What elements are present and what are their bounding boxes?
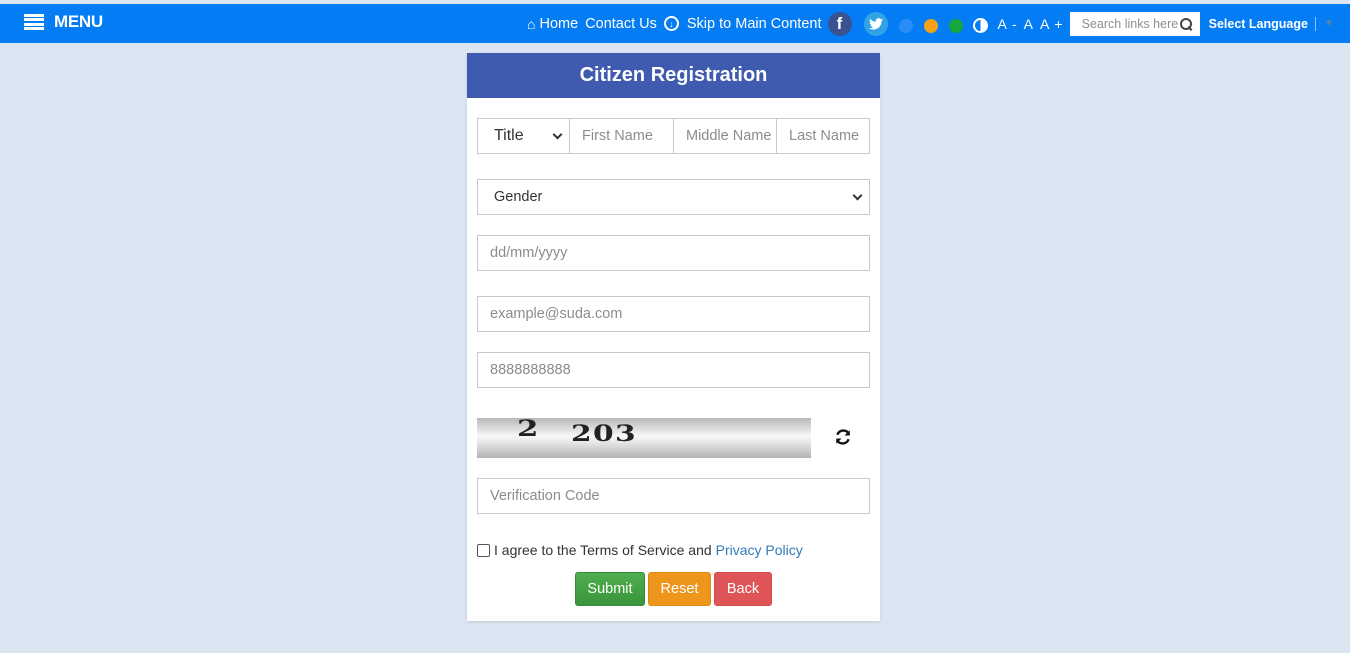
nav-right: ⌂ Home Contact Us ↓ Skip to Main Content…: [527, 4, 1334, 43]
dob-field: [477, 235, 870, 271]
menu-button[interactable]: MENU: [24, 12, 103, 32]
privacy-policy-link[interactable]: Privacy Policy: [716, 542, 803, 558]
middle-name-field: [674, 118, 777, 154]
terms-checkbox[interactable]: [477, 543, 490, 557]
top-navbar: MENU ⌂ Home Contact Us ↓ Skip to Main Co…: [0, 4, 1350, 43]
refresh-icon[interactable]: [834, 428, 852, 446]
form-buttons: Submit Reset Back: [575, 572, 775, 606]
theme-orange-button[interactable]: [923, 18, 938, 33]
language-label: Select Language: [1208, 16, 1308, 31]
first-name-input[interactable]: [582, 128, 673, 144]
terms-text: I agree to the Terms of Service and: [494, 542, 712, 558]
theme-green-button[interactable]: [948, 18, 963, 33]
registration-card: Citizen Registration Title Gender 2 203: [467, 53, 880, 621]
contact-us-link[interactable]: Contact Us: [585, 16, 657, 32]
search-box: [1069, 11, 1200, 36]
font-decrease-button[interactable]: A -: [998, 16, 1018, 32]
download-circle-icon: ↓: [663, 16, 679, 31]
menu-label: MENU: [54, 12, 103, 31]
search-input[interactable]: [1081, 16, 1180, 31]
skip-link-label: Skip to Main Content: [686, 15, 822, 32]
caret-down-icon: ▼: [1323, 18, 1334, 29]
theme-blue-button[interactable]: [898, 18, 913, 33]
phone-input[interactable]: [490, 362, 869, 378]
dob-input[interactable]: [490, 245, 869, 261]
name-row: Title: [477, 118, 870, 154]
email-input[interactable]: [490, 306, 869, 322]
captcha-text-1: 2: [517, 418, 539, 442]
middle-name-input[interactable]: [686, 128, 776, 144]
twitter-icon[interactable]: [863, 11, 888, 36]
form-title: Citizen Registration: [467, 53, 880, 98]
verification-code-input[interactable]: [490, 488, 869, 504]
gender-select[interactable]: Gender: [477, 179, 870, 215]
skip-to-main-content-link[interactable]: ↓ Skip to Main Content: [663, 15, 822, 32]
home-link[interactable]: ⌂ Home: [527, 16, 578, 32]
gender-select-value: Gender: [494, 189, 543, 205]
reset-button[interactable]: Reset: [648, 572, 711, 606]
contrast-icon[interactable]: [972, 17, 988, 33]
captcha-text-2: 203: [571, 421, 638, 447]
verification-code-field: [477, 478, 870, 514]
email-field: [477, 296, 870, 332]
last-name-field: [777, 118, 870, 154]
font-increase-button[interactable]: A +: [1040, 16, 1064, 32]
search-icon[interactable]: [1179, 17, 1192, 30]
first-name-field: [570, 118, 674, 154]
language-divider: [1314, 16, 1316, 31]
terms-agreement: I agree to the Terms of Service and Priv…: [477, 542, 803, 558]
facebook-icon[interactable]: f: [827, 11, 852, 36]
home-link-label: Home: [539, 15, 579, 32]
chevron-down-icon: [552, 129, 563, 139]
submit-button[interactable]: Submit: [575, 572, 645, 606]
phone-field: [477, 352, 870, 388]
home-icon: ⌂: [527, 15, 536, 32]
hamburger-icon: [24, 14, 44, 30]
chevron-down-icon: [852, 190, 863, 200]
title-select-value: Title: [494, 127, 524, 144]
last-name-input[interactable]: [789, 128, 869, 144]
back-button[interactable]: Back: [714, 572, 772, 606]
captcha-image: 2 203: [477, 418, 811, 458]
font-reset-button[interactable]: A: [1024, 16, 1034, 32]
title-select[interactable]: Title: [477, 118, 570, 154]
language-selector[interactable]: Select Language ▼: [1208, 16, 1334, 31]
